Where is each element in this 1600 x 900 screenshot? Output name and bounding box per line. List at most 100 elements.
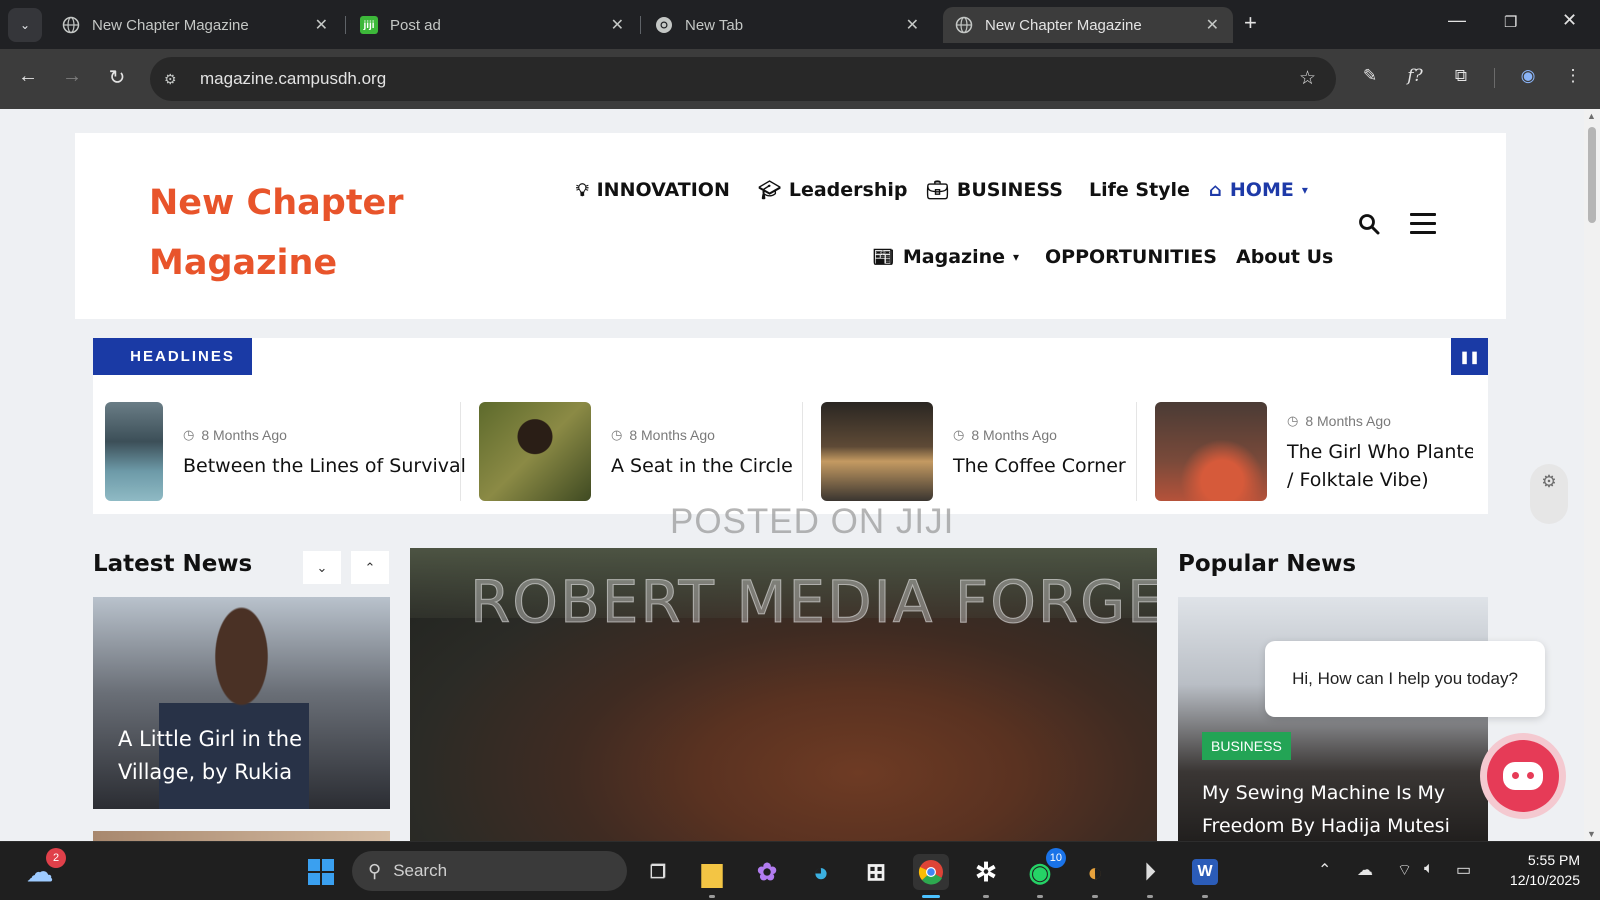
store-icon: ⊞ — [865, 858, 887, 886]
address-bar[interactable]: ⚙ magazine.campusdh.org ☆ — [150, 57, 1336, 101]
weather-badge: 2 — [46, 848, 66, 868]
restore-button[interactable]: ❐ — [1504, 13, 1517, 31]
nav-label: Magazine — [902, 246, 1005, 268]
close-icon[interactable]: ✕ — [1206, 15, 1219, 35]
tab-separator — [345, 16, 346, 34]
tab-new-chapter-active[interactable]: New Chapter Magazine ✕ — [943, 7, 1233, 43]
chatbot-button[interactable] — [1480, 733, 1566, 819]
headline-item[interactable]: ◷ 8 Months Ago A Seat in the Circle — [479, 402, 793, 501]
profile-avatar-icon[interactable]: ◉ — [1515, 66, 1541, 86]
nav-about-us[interactable]: About Us — [1236, 246, 1333, 268]
featured-hero-image[interactable]: ROBERT MEDIA FORGE — [410, 548, 1157, 841]
nav-home[interactable]: ⌂ HOME ▾ — [1209, 179, 1308, 201]
battery-icon[interactable]: ▭ — [1456, 860, 1471, 880]
headlines-ticker: HEADLINES ❚❚ ◷ 8 Months Ago Between the L… — [93, 338, 1488, 514]
chevron-down-icon: ▾ — [1013, 250, 1020, 264]
new-tab-button[interactable]: + — [1244, 10, 1257, 36]
headline-item[interactable]: ◷ 8 Months Ago The Girl Who Plante / Folk… — [1155, 402, 1473, 501]
nav-label: HOME — [1229, 179, 1294, 201]
nav-opportunities[interactable]: OPPORTUNITIES — [1045, 246, 1217, 268]
headline-item[interactable]: ◷ 8 Months Ago Between the Lines of Survi… — [105, 402, 466, 501]
search-icon[interactable] — [1358, 213, 1380, 241]
url-text: magazine.campusdh.org — [200, 69, 387, 88]
extensions-puzzle-icon[interactable]: ⧉ — [1448, 66, 1474, 86]
wifi-icon[interactable]: ⌔ — [1397, 860, 1412, 880]
browser-tab-strip: ⌄ New Chapter Magazine ✕ jiji Post ad ✕ … — [0, 0, 1600, 49]
latest-news-card[interactable]: A Little Girl in the Village, by Rukia — [93, 597, 390, 809]
clock-icon: ◷ — [1287, 412, 1299, 428]
running-indicator — [983, 895, 989, 898]
site-header: New Chapter Magazine 💡︎ INNOVATION 🎓︎ Le… — [75, 133, 1506, 319]
close-window-button[interactable]: ✕ — [1562, 10, 1577, 31]
pause-button[interactable]: ❚❚ — [1451, 338, 1488, 375]
chevron-up-icon: ⌃ — [364, 559, 376, 575]
latest-next-button[interactable]: ⌄ — [303, 551, 341, 584]
headline-thumbnail — [479, 402, 591, 501]
onedrive-icon[interactable]: ☁ — [1357, 860, 1373, 880]
more-menu-icon[interactable]: ⋮ — [1560, 66, 1586, 86]
file-explorer-app[interactable]: ▆ — [694, 854, 730, 898]
volume-icon[interactable]: 🔈︎ — [1424, 860, 1434, 878]
media-player-app[interactable]: ⏵ — [1132, 854, 1168, 898]
m365-icon: ✿ — [756, 858, 778, 886]
chrome-app[interactable] — [913, 854, 949, 898]
settings-gear-icon[interactable]: ⚙ — [1530, 464, 1568, 524]
robot-icon — [1503, 762, 1543, 790]
formula-extension-icon[interactable]: f? — [1402, 66, 1428, 86]
nav-leadership[interactable]: 🎓︎ Leadership — [758, 179, 907, 201]
close-icon[interactable]: ✕ — [611, 15, 624, 35]
nav-magazine[interactable]: 📰︎ Magazine ▾ — [872, 246, 1019, 268]
folder-icon: ▆ — [702, 856, 722, 887]
tab-new-chapter-1[interactable]: New Chapter Magazine ✕ — [50, 7, 342, 43]
weather-widget[interactable]: ☁ 2 — [22, 848, 66, 890]
site-info-icon[interactable]: ⚙ — [164, 71, 188, 88]
headline-item[interactable]: ◷ 8 Months Ago The Coffee Corner — [821, 402, 1126, 501]
nav-lifestyle[interactable]: Life Style — [1089, 179, 1190, 201]
headline-thumbnail — [1155, 402, 1267, 501]
task-view-button[interactable]: ❐ — [640, 854, 676, 890]
vertical-scrollbar[interactable]: ▲ ▼ — [1584, 109, 1600, 841]
minimize-button[interactable]: — — [1448, 10, 1466, 31]
nav-innovation[interactable]: 💡︎ INNOVATION — [576, 179, 730, 201]
tab-search-button[interactable]: ⌄ — [8, 7, 42, 42]
site-logo[interactable]: New Chapter Magazine — [149, 173, 409, 293]
forward-button[interactable]: → — [58, 65, 86, 88]
hamburger-menu-icon[interactable] — [1410, 213, 1436, 240]
latest-news-card-next[interactable] — [93, 831, 390, 841]
popular-news-card[interactable]: BUSINESS My Sewing Machine Is My Freedom… — [1178, 597, 1488, 841]
pen-extension-icon[interactable]: ✎ — [1357, 66, 1383, 86]
popular-card-caption: My Sewing Machine Is My Freedom By Hadij… — [1202, 782, 1450, 837]
m365-app[interactable]: ✿ — [749, 854, 785, 890]
chevron-down-icon: ⌄ — [19, 17, 31, 32]
headline-time: 8 Months Ago — [1305, 412, 1391, 429]
tab-title: Post ad — [390, 16, 441, 34]
close-icon[interactable]: ✕ — [315, 15, 328, 35]
edge-app[interactable]: ◕ — [803, 854, 839, 890]
latest-prev-button[interactable]: ⌃ — [351, 551, 389, 584]
store-app[interactable]: ⊞ — [858, 854, 894, 890]
scroll-down-arrow-icon[interactable]: ▼ — [1587, 829, 1596, 839]
close-icon[interactable]: ✕ — [906, 15, 919, 35]
browser-toolbar: ← → ↻ ⚙ magazine.campusdh.org ☆ ✎ f? ⧉ ◉… — [0, 49, 1600, 109]
chat-greeting-bubble[interactable]: Hi, How can I help you today? — [1265, 641, 1545, 717]
show-hidden-icons-chevron-icon[interactable]: ⌃ — [1318, 860, 1331, 880]
start-button[interactable] — [303, 854, 339, 890]
scrollbar-thumb[interactable] — [1588, 127, 1596, 223]
word-app[interactable]: W — [1187, 854, 1223, 898]
nav-business[interactable]: 💼︎ BUSINESS — [926, 179, 1063, 201]
category-badge[interactable]: BUSINESS — [1202, 732, 1291, 760]
tab-post-ad[interactable]: jiji Post ad ✕ — [348, 7, 638, 43]
whatsapp-app[interactable]: ◉ 10 — [1022, 848, 1066, 898]
back-button[interactable]: ← — [14, 65, 42, 88]
system-clock[interactable]: 5:55 PM 12/10/2025 — [1490, 850, 1580, 890]
taskbar-search[interactable]: ⚲ Search — [352, 851, 627, 891]
search-placeholder: Search — [393, 861, 448, 880]
logo-line-1: New Chapter — [149, 183, 404, 223]
chrome-profile-app[interactable]: ◐ — [1077, 854, 1113, 898]
bookmark-star-icon[interactable]: ☆ — [1299, 67, 1316, 90]
headline-title: Between the Lines of Survival — [183, 454, 466, 477]
reload-button[interactable]: ↻ — [103, 65, 131, 90]
scroll-up-arrow-icon[interactable]: ▲ — [1587, 111, 1596, 121]
tab-new-tab[interactable]: New Tab ✕ — [643, 7, 933, 43]
chatgpt-app[interactable]: ✲ — [968, 854, 1004, 898]
